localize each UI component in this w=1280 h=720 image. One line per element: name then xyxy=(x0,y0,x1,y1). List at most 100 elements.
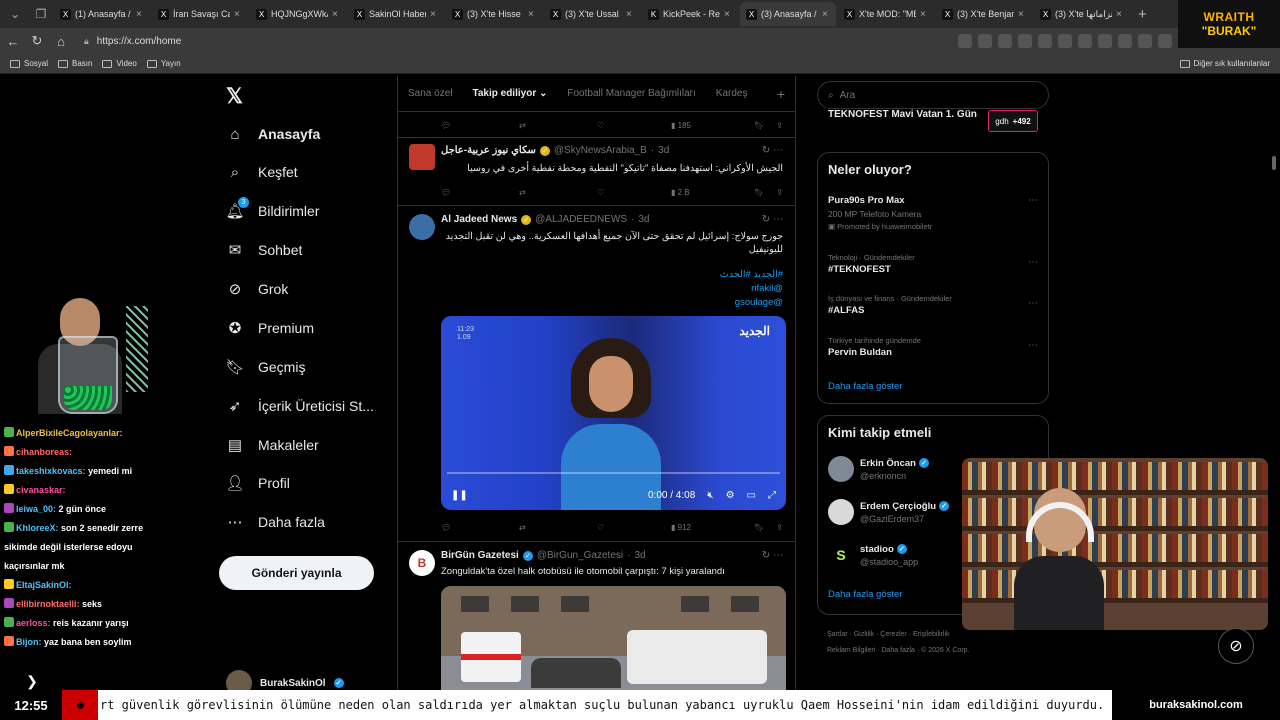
extension-icon[interactable] xyxy=(1098,34,1112,48)
extension-icon[interactable] xyxy=(1058,34,1072,48)
more-icon[interactable]: ⋯ xyxy=(1028,340,1038,351)
x-logo-icon[interactable]: 𝕏 xyxy=(226,84,243,109)
chat-username[interactable]: civanaskar: xyxy=(16,485,66,495)
trend-item[interactable]: Teknoloji · Gündemdekiler #TEKNOFEST ⋯ xyxy=(828,253,1038,275)
tab-list[interactable]: Football Manager Bağımlıları xyxy=(557,88,705,99)
nav-item[interactable]: ➶ İçerik Üreticisi St... xyxy=(226,392,374,420)
tweet-image[interactable] xyxy=(441,586,786,690)
chat-username[interactable]: cihanboreas: xyxy=(16,447,72,457)
video-player[interactable]: الجديد 11:23 1.09 ❚❚ 0:00 / 4:08 🔇︎ ⚙ ▭ ⤢ xyxy=(441,316,786,510)
mute-icon[interactable]: 🔇︎ xyxy=(707,490,713,501)
footer-line[interactable]: Reklam Bilgileri · Daha fazla · © 2026 X… xyxy=(827,643,997,659)
extension-icon[interactable] xyxy=(1138,34,1152,48)
tab-following[interactable]: Takip ediliyor ⌄ xyxy=(462,88,557,99)
trend-item[interactable]: İş dünyası ve finans · Gündemdekiler #AL… xyxy=(828,294,1038,316)
author-handle[interactable]: @BirGun_Gazetesi xyxy=(537,550,623,561)
tab-list[interactable]: Kardeş xyxy=(706,88,758,99)
pip-icon[interactable]: ▭ xyxy=(747,490,756,501)
gdh-badge[interactable]: gdh +492 xyxy=(988,110,1038,132)
browser-tab[interactable]: X SakinOl Haber M × xyxy=(348,2,444,26)
extension-icon[interactable] xyxy=(978,34,992,48)
browser-tab[interactable]: X (3) X'te Benjamin × xyxy=(936,2,1032,26)
post-button[interactable]: Gönderi yayınla xyxy=(219,556,374,590)
add-tab-icon[interactable]: + xyxy=(767,86,795,102)
close-icon[interactable]: × xyxy=(234,9,242,20)
nav-item[interactable]: ⋯ Daha fazla xyxy=(226,508,325,536)
chat-username[interactable]: leiwa_00: xyxy=(16,504,56,514)
tweet[interactable]: Al Jadeed News ✓ @ALJADEEDNEWS · 3d ↻ ⋯ … xyxy=(398,206,795,542)
more-icon[interactable]: ↻ ⋯ xyxy=(762,214,783,225)
chat-username[interactable]: AlperBixileCagolayanlar: xyxy=(16,428,123,438)
browser-tab[interactable]: X (3) Anasayfa / X × xyxy=(740,2,836,26)
follow-suggestion[interactable]: Erdem Çerçioğlu ✓ @GaziErdem37 xyxy=(828,499,950,525)
extension-icon[interactable] xyxy=(1118,34,1132,48)
tab-for-you[interactable]: Sana özel xyxy=(398,88,462,99)
nav-item[interactable]: ✉ Sohbet xyxy=(226,236,303,264)
mention-link[interactable]: @gsoulage xyxy=(441,296,783,309)
tweet-time[interactable]: 3d xyxy=(658,145,669,156)
close-icon[interactable]: × xyxy=(724,9,732,20)
close-icon[interactable]: × xyxy=(626,9,634,20)
author-name[interactable]: سكاي نيوز عربية-عاجل xyxy=(441,145,536,156)
share-icon[interactable]: ⇪ xyxy=(776,121,783,130)
close-icon[interactable]: × xyxy=(920,9,928,20)
mention-link[interactable]: @rifakil xyxy=(441,282,783,295)
bookmark-folder[interactable]: Sosyal xyxy=(10,59,48,68)
url-field[interactable]: 🔒︎ https://x.com/home xyxy=(78,31,778,51)
repost-icon[interactable]: ⇄ xyxy=(519,188,597,197)
views-count[interactable]: ▮ 185 xyxy=(671,121,751,130)
nav-item[interactable]: ⊘ Grok xyxy=(226,275,289,303)
extension-icon[interactable] xyxy=(1038,34,1052,48)
chat-username[interactable]: EltajSakinOl: xyxy=(16,580,72,590)
new-tab-button[interactable]: + xyxy=(1138,6,1147,23)
chat-username[interactable]: ellibirnoktaelli: xyxy=(16,599,80,609)
tweet[interactable]: سكاي نيوز عربية-عاجل ✓ @SkyNewsArabia_B … xyxy=(398,138,795,206)
chat-username[interactable]: takeshixkovacs: xyxy=(16,466,86,476)
close-icon[interactable]: × xyxy=(136,9,144,20)
close-icon[interactable]: × xyxy=(332,9,340,20)
reply-icon[interactable]: 💬︎ xyxy=(441,188,519,197)
scrollbar[interactable] xyxy=(1268,76,1280,690)
bookmark-folder[interactable]: Video xyxy=(102,59,137,68)
chat-username[interactable]: Bijon: xyxy=(16,637,42,647)
browser-tab[interactable]: X (3) X'te Ussal Sa × xyxy=(544,2,640,26)
more-icon[interactable]: ⋯ xyxy=(1028,257,1038,268)
show-more-link[interactable]: Daha fazla göster xyxy=(828,381,902,392)
author-name[interactable]: BirGün Gazetesi xyxy=(441,550,519,561)
grok-icon[interactable]: ⊘ xyxy=(1218,628,1254,664)
fullscreen-icon[interactable]: ⤢ xyxy=(768,490,776,501)
nav-item[interactable]: 🔔︎ 3 Bildirimler xyxy=(225,197,319,225)
follow-suggestion[interactable]: Erkin Öncan ✓ @erknoncn xyxy=(828,456,929,482)
nav-item[interactable]: ▤ Makaleler xyxy=(226,431,319,459)
nav-item[interactable]: ✪ Premium xyxy=(226,314,314,342)
search-input[interactable]: ⌕ Ara xyxy=(817,81,1049,109)
tweet-time[interactable]: 3d xyxy=(634,550,645,561)
nav-item[interactable]: ⌂ Anasayfa xyxy=(226,120,320,148)
bookmark-folder[interactable]: Yayın xyxy=(146,59,181,68)
settings-icon[interactable]: ⚙ xyxy=(726,490,735,501)
browser-tab[interactable]: K KickPeek - Real-ti × xyxy=(642,2,738,26)
nav-item[interactable]: 👤︎ Profil xyxy=(225,469,289,497)
bookmark-folder[interactable]: Basın xyxy=(58,59,92,68)
extension-icon[interactable] xyxy=(1078,34,1092,48)
browser-tab[interactable]: X İran Savaşı Canlı × xyxy=(152,2,248,26)
reply-icon[interactable]: 💬︎ xyxy=(441,523,519,532)
author-name[interactable]: Al Jadeed News xyxy=(441,214,517,225)
like-icon[interactable]: ♡ xyxy=(597,188,671,197)
extension-icon[interactable] xyxy=(1018,34,1032,48)
browser-tab[interactable]: X (1) Anasayfa / X × xyxy=(54,2,150,26)
pause-icon[interactable]: ❚❚ xyxy=(451,490,468,501)
views-count[interactable]: ▮ 912 xyxy=(671,523,751,532)
close-icon[interactable]: × xyxy=(430,9,438,20)
browser-tab[interactable]: X (3) X'te التزاماتها × xyxy=(1034,2,1130,26)
author-handle[interactable]: @SkyNewsArabia_B xyxy=(554,145,647,156)
other-bookmarks[interactable]: Diğer sık kullanılanlar xyxy=(1179,59,1270,68)
repost-icon[interactable]: ⇄ xyxy=(519,523,597,532)
more-icon[interactable]: ↻ ⋯ xyxy=(762,550,783,561)
home-icon[interactable]: ⌂ xyxy=(50,34,72,49)
show-more-link[interactable]: Daha fazla göster xyxy=(828,589,902,600)
reply-icon[interactable]: 💬︎ xyxy=(441,121,519,130)
repost-icon[interactable]: ⇄ xyxy=(519,121,597,130)
browser-tab[interactable]: X (3) X'te Hisse Pa × xyxy=(446,2,542,26)
share-icon[interactable]: ⇪ xyxy=(776,523,783,532)
